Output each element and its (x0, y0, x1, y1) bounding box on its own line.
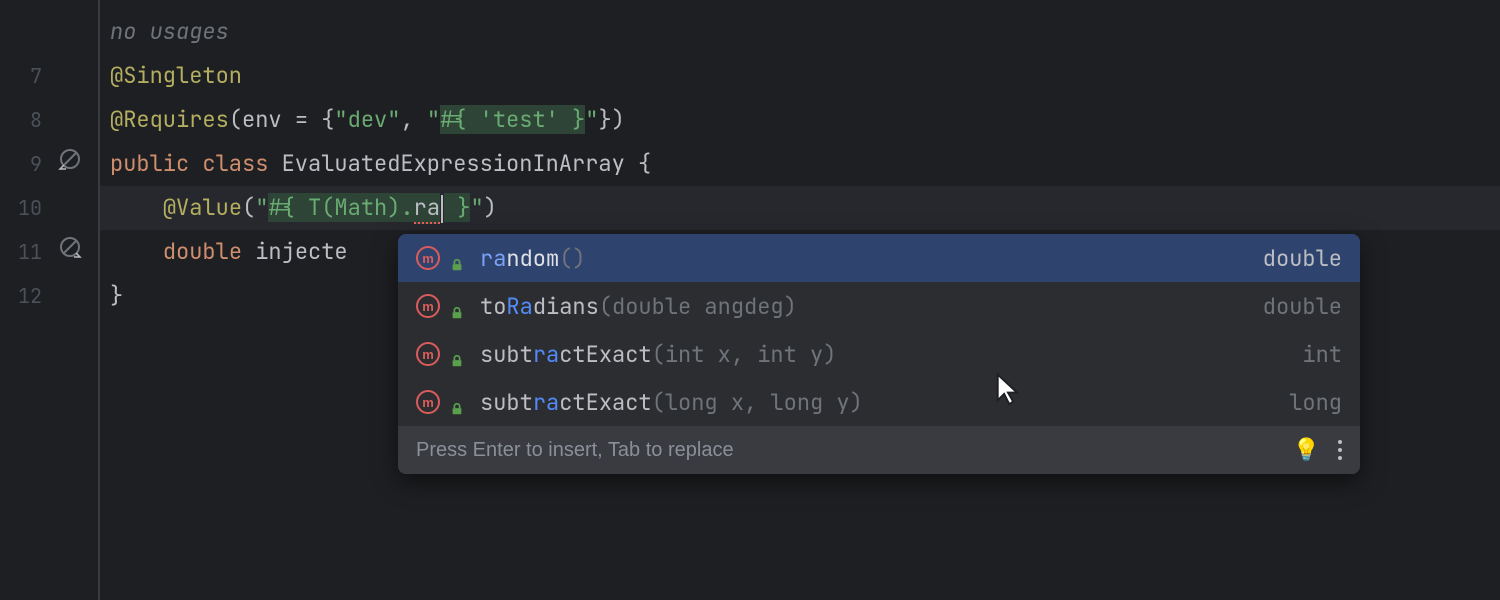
more-options-icon[interactable] (1338, 440, 1342, 460)
completion-footer: Press Enter to insert, Tab to replace 💡 (398, 426, 1360, 474)
completion-return-type: double (1263, 244, 1342, 273)
gutter: 7 8 9 10 11 12 (0, 0, 100, 600)
footer-hint: Press Enter to insert, Tab to replace (416, 439, 734, 462)
completion-name-match: ra (480, 244, 506, 273)
line-number: 12 (0, 274, 100, 318)
line-number: 11 (0, 230, 100, 274)
keyword: public class (110, 149, 282, 178)
completion-params: () (559, 244, 585, 273)
usages-hint: no usages (110, 17, 229, 46)
completion-name-match: ra (533, 340, 559, 369)
completion-return-type: double (1263, 292, 1342, 321)
line-number: 7 (0, 54, 100, 98)
completion-params: (double angdeg) (599, 292, 797, 321)
lock-icon (450, 394, 466, 410)
lock-icon (450, 250, 466, 266)
completion-name-prefix: subt (480, 388, 533, 417)
completion-name-suffix: ctExact (559, 340, 651, 369)
method-icon: m (416, 294, 440, 318)
code-completion-popup[interactable]: mrandom()doublemtoRadians(double angdeg)… (398, 234, 1360, 474)
typed-text: ra (414, 193, 440, 224)
no-entry-icon (58, 230, 82, 274)
lock-icon (450, 298, 466, 314)
completion-params: (int x, int y) (652, 340, 837, 369)
completion-return-type: int (1302, 340, 1342, 369)
completion-item[interactable]: m subtractExact(long x, long y) long (398, 378, 1360, 426)
line-number: 9 (0, 142, 100, 186)
completion-name-prefix: to (480, 292, 506, 321)
line-number: 8 (0, 98, 100, 142)
class-name: EvaluatedExpressionInArray (282, 149, 625, 178)
completion-name-match: Ra (506, 292, 532, 321)
annotation: @Singleton (110, 61, 242, 90)
no-entry-icon (58, 142, 82, 186)
completion-params: (long x, long y) (652, 388, 863, 417)
method-icon: m (416, 390, 440, 414)
line-number: 10 (0, 186, 100, 230)
completion-name-suffix: ndom (506, 244, 559, 273)
completion-name-match: ra (533, 388, 559, 417)
completion-item[interactable]: m random() double (398, 234, 1360, 282)
method-icon: m (416, 246, 440, 270)
completion-name-suffix: ctExact (559, 388, 651, 417)
method-icon: m (416, 342, 440, 366)
annotation: @Requires (110, 105, 229, 134)
lightbulb-icon[interactable]: 💡 (1293, 437, 1320, 463)
completion-name-prefix: subt (480, 340, 533, 369)
completion-return-type: long (1289, 388, 1342, 417)
lock-icon (450, 346, 466, 362)
completion-name-suffix: dians (533, 292, 599, 321)
line-number (0, 10, 100, 54)
active-line[interactable]: @Value("#{ T(Math).ra }") (100, 186, 1500, 230)
completion-item[interactable]: m subtractExact(int x, int y) int (398, 330, 1360, 378)
text-caret (441, 195, 443, 223)
completion-item[interactable]: m toRadians(double angdeg) double (398, 282, 1360, 330)
